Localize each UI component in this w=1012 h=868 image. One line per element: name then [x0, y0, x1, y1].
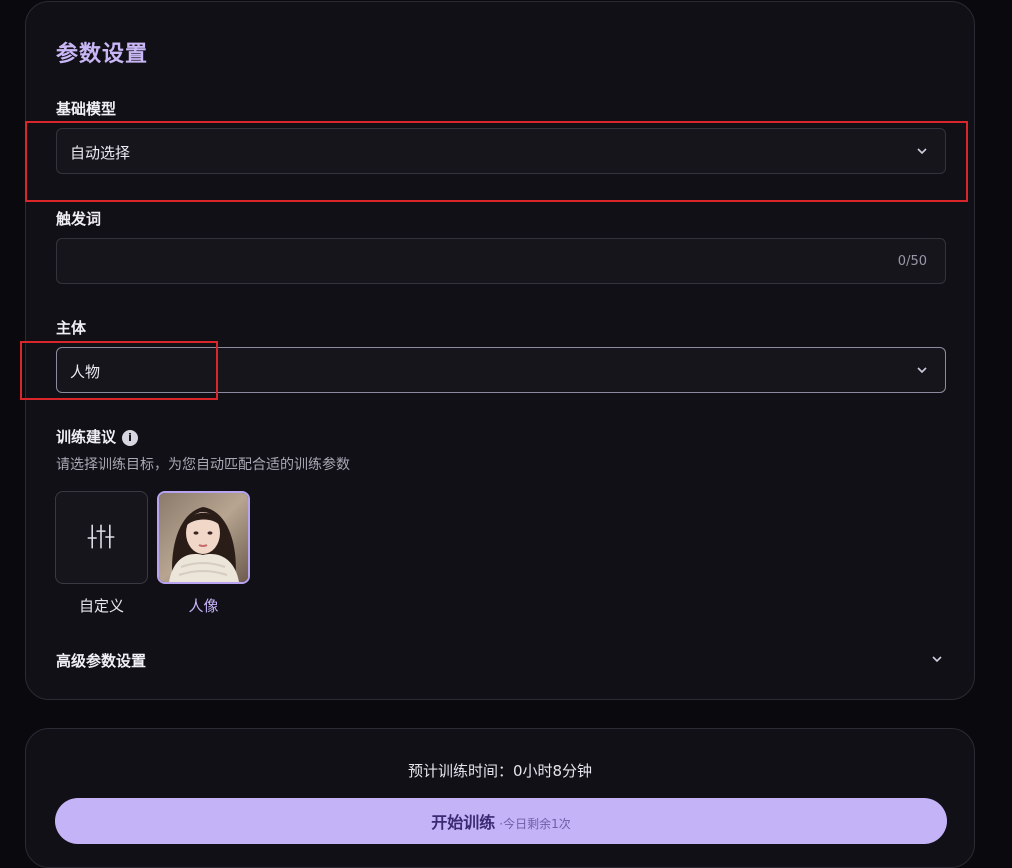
- preset-portrait-card[interactable]: [157, 491, 250, 584]
- trigger-word-label: 触发词: [56, 210, 102, 228]
- trigger-word-input[interactable]: 0/50: [56, 238, 946, 284]
- start-training-button[interactable]: 开始训练 ·今日剩余1次: [55, 798, 947, 844]
- sliders-icon: [87, 524, 115, 549]
- trigger-word-counter: 0/50: [897, 254, 927, 269]
- training-footer-panel: 预计训练时间：0小时8分钟 开始训练 ·今日剩余1次: [25, 728, 975, 868]
- estimated-time: 预计训练时间：0小时8分钟: [407, 762, 593, 780]
- training-advice-label: 训练建议 i: [56, 426, 139, 447]
- training-advice-hint: 请选择训练目标，为您自动匹配合适的训练参数: [56, 457, 350, 473]
- chevron-down-icon: [917, 148, 927, 155]
- parameter-settings-panel: 参数设置 基础模型 自动选择 触发词 0/50 主体 人物 训练建议 i 请选择训…: [25, 1, 975, 700]
- advanced-settings-toggle[interactable]: 高级参数设置: [56, 650, 146, 671]
- chevron-down-icon: [917, 367, 927, 374]
- portrait-thumbnail: [159, 493, 248, 582]
- start-training-label: 开始训练: [431, 813, 496, 832]
- subject-select[interactable]: 人物: [56, 347, 946, 393]
- preset-custom-label: 自定义: [78, 597, 124, 615]
- base-model-value: 自动选择: [70, 144, 131, 162]
- subject-value: 人物: [70, 363, 101, 381]
- preset-custom-card[interactable]: [55, 491, 148, 584]
- base-model-select[interactable]: 自动选择: [56, 128, 946, 174]
- base-model-label: 基础模型: [56, 100, 117, 118]
- preset-portrait-label: 人像: [188, 597, 219, 615]
- remaining-count: ·今日剩余1次: [499, 817, 571, 831]
- panel-title: 参数设置: [56, 42, 149, 67]
- subject-label: 主体: [56, 319, 87, 337]
- chevron-down-icon[interactable]: [930, 652, 944, 666]
- info-icon[interactable]: i: [122, 430, 139, 446]
- training-advice-text: 训练建议: [56, 428, 117, 446]
